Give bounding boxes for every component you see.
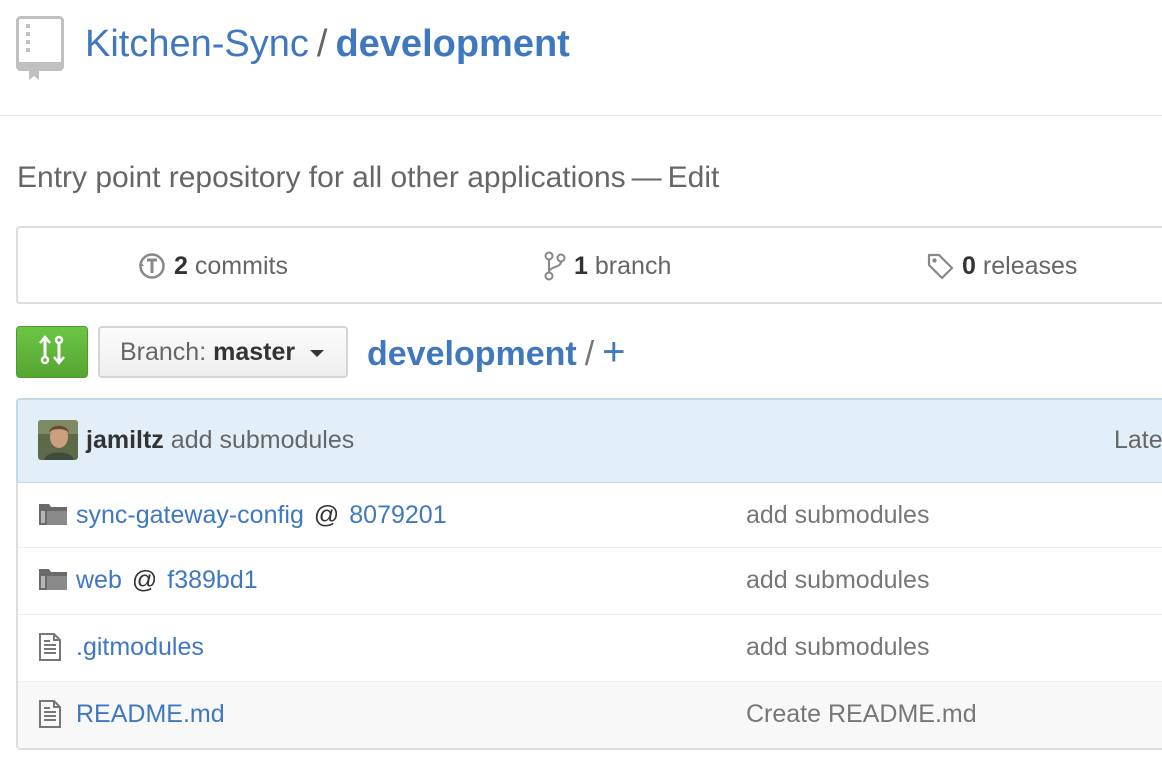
branch-select-button[interactable]: Branch: master bbox=[98, 326, 348, 378]
latest-commit-label: Late bbox=[1114, 426, 1162, 454]
submodule-icon bbox=[38, 566, 68, 597]
branches-count: 1 bbox=[574, 252, 588, 280]
file-commit-message[interactable]: add submodules bbox=[746, 562, 929, 598]
breadcrumb-repo-link[interactable]: development bbox=[367, 335, 577, 373]
description-dash: — bbox=[631, 161, 662, 194]
repo-description: Entry point repository for all other app… bbox=[17, 158, 719, 198]
title-separator: / bbox=[316, 23, 328, 65]
description-text: Entry point repository for all other app… bbox=[17, 161, 626, 194]
file-name: .gitmodules bbox=[76, 629, 204, 665]
file-commit-message[interactable]: Create README.md bbox=[746, 696, 977, 732]
branch-prefix: Branch: bbox=[120, 338, 207, 366]
file-name: README.md bbox=[76, 696, 225, 732]
file-row: .gitmodules add submodules bbox=[18, 614, 1162, 681]
releases-label: releases bbox=[982, 252, 1078, 280]
file-row: sync-gateway-config @8079201 add submodul… bbox=[18, 483, 1162, 547]
commits-label: commits bbox=[194, 252, 288, 280]
compare-icon bbox=[37, 334, 67, 370]
file-row: web @ f389bd1 add submodules bbox=[18, 547, 1162, 614]
file-text-icon bbox=[38, 700, 62, 733]
repo-owner-link[interactable]: Kitchen-Sync bbox=[85, 23, 309, 65]
submodule-ref-link[interactable]: f389bd1 bbox=[167, 566, 257, 594]
file-commit-message[interactable]: add submodules bbox=[746, 497, 929, 533]
file-commit-message[interactable]: add submodules bbox=[746, 629, 929, 665]
repo-header: Kitchen-Sync / development bbox=[0, 0, 1162, 116]
tag-icon bbox=[926, 252, 954, 280]
numbers-summary: 2 commits 1 branch 0 releases bbox=[16, 226, 1162, 304]
add-file-button[interactable]: + bbox=[602, 330, 625, 374]
submodule-link[interactable]: sync-gateway-config bbox=[76, 501, 304, 529]
latest-commit-summary: jamiltz add submodules bbox=[86, 422, 354, 458]
breadcrumb: development / + bbox=[367, 330, 626, 376]
file-link[interactable]: .gitmodules bbox=[76, 633, 204, 661]
commit-author-link[interactable]: jamiltz bbox=[86, 426, 164, 454]
submodule-at: @ bbox=[313, 501, 340, 529]
submodule-link[interactable]: web bbox=[76, 566, 122, 594]
file-name: sync-gateway-config @8079201 bbox=[76, 497, 447, 533]
branches-label: branch bbox=[594, 252, 672, 280]
file-text-icon bbox=[38, 633, 62, 666]
releases-link[interactable]: 0 releases bbox=[926, 248, 1077, 284]
submodule-icon bbox=[38, 501, 68, 532]
edit-description-link[interactable]: Edit bbox=[668, 161, 720, 194]
breadcrumb-separator: / bbox=[584, 335, 595, 373]
branch-name: master bbox=[213, 338, 296, 366]
chevron-down-icon bbox=[310, 349, 325, 357]
repo-title: Kitchen-Sync / development bbox=[85, 22, 570, 66]
compare-button[interactable] bbox=[16, 326, 88, 378]
submodule-ref-link[interactable]: 8079201 bbox=[349, 501, 446, 529]
repo-name-link[interactable]: development bbox=[335, 23, 569, 65]
releases-count: 0 bbox=[962, 252, 976, 280]
file-link[interactable]: README.md bbox=[76, 700, 225, 728]
history-icon bbox=[138, 252, 166, 280]
commit-message-link[interactable]: add submodules bbox=[171, 426, 354, 454]
branches-link[interactable]: 1 branch bbox=[544, 248, 671, 284]
git-branch-icon bbox=[544, 251, 566, 281]
file-list: sync-gateway-config @8079201 add submodul… bbox=[16, 482, 1162, 750]
file-row: README.md Create README.md bbox=[18, 681, 1162, 748]
commits-link[interactable]: 2 commits bbox=[138, 248, 288, 284]
submodule-at: @ bbox=[131, 566, 158, 594]
file-name: web @ f389bd1 bbox=[76, 562, 258, 598]
avatar[interactable] bbox=[38, 420, 78, 460]
repo-icon bbox=[16, 16, 64, 87]
commits-count: 2 bbox=[174, 252, 188, 280]
latest-commit-bar: jamiltz add submodules Late bbox=[16, 398, 1162, 482]
